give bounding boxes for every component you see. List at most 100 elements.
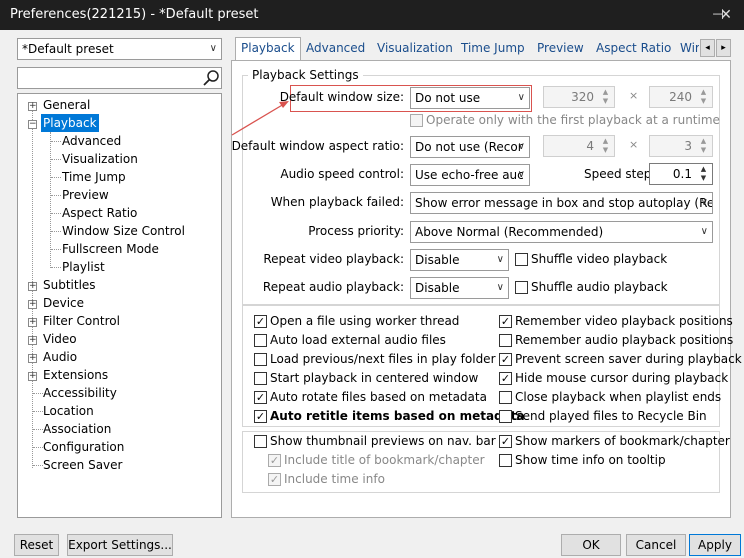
tree-item-screen-saver[interactable]: Screen Saver <box>43 456 122 474</box>
tree-item-video[interactable]: Video <box>43 330 77 348</box>
chevron-down-icon: ∨ <box>496 254 504 265</box>
tree-item-extensions[interactable]: Extensions <box>43 366 108 384</box>
tree-item-configuration[interactable]: Configuration <box>43 438 124 456</box>
checkbox[interactable] <box>254 334 267 347</box>
aspect-ratio-label: Default window aspect ratio: <box>231 139 404 153</box>
default-window-size-label: Default window size: <box>279 90 404 104</box>
tree-item-window-size-control[interactable]: Window Size Control <box>62 222 185 240</box>
tab-time-jump[interactable]: Time Jump <box>456 38 530 60</box>
checkbox[interactable] <box>254 353 267 366</box>
cancel-button[interactable]: Cancel <box>626 534 686 556</box>
checkbox[interactable] <box>254 372 267 385</box>
aspect-w-spinner[interactable]: 4 ▲ ▼ <box>543 135 615 157</box>
checkbox[interactable]: ✓ <box>254 410 267 423</box>
expand-icon[interactable]: + <box>28 282 37 291</box>
repeat-video-value: Disable <box>415 253 460 267</box>
tree-item-subtitles[interactable]: Subtitles <box>43 276 96 294</box>
option-label: Open a file using worker thread <box>270 314 460 328</box>
tab-playback[interactable]: Playback <box>235 37 301 61</box>
expand-icon[interactable]: + <box>28 372 37 381</box>
show-thumbs-checkbox[interactable] <box>254 435 267 448</box>
search-box[interactable] <box>17 67 222 89</box>
process-priority-select[interactable]: Above Normal (Recommended) ∨ <box>410 221 713 243</box>
tab-scroll-left-icon[interactable]: ◂ <box>700 39 715 57</box>
chevron-down-icon: ∨ <box>700 197 708 208</box>
spin-arrows-icon[interactable]: ▲ ▼ <box>697 165 710 183</box>
ok-button[interactable]: OK <box>561 534 621 556</box>
search-input[interactable] <box>20 69 200 87</box>
include-title-checkbox[interactable]: ✓ <box>268 454 281 467</box>
export-settings-button[interactable]: Export Settings... <box>67 534 173 556</box>
expand-icon[interactable]: + <box>28 300 37 309</box>
checkbox[interactable]: ✓ <box>499 353 512 366</box>
tree-item-time-jump[interactable]: Time Jump <box>62 168 126 186</box>
operate-first-checkbox[interactable] <box>410 114 423 127</box>
audio-speed-select[interactable]: Use echo-free auc ∨ <box>410 164 530 186</box>
tree-item-device[interactable]: Device <box>43 294 84 312</box>
search-icon[interactable] <box>202 69 220 87</box>
shuffle-video-checkbox[interactable] <box>515 253 528 266</box>
tree-item-accessibility[interactable]: Accessibility <box>43 384 117 402</box>
tab-advanced[interactable]: Advanced <box>301 38 370 60</box>
checkbox[interactable] <box>499 391 512 404</box>
tab-visualization[interactable]: Visualization <box>372 38 458 60</box>
repeat-video-select[interactable]: Disable ∨ <box>410 249 509 271</box>
expand-icon[interactable]: + <box>28 336 37 345</box>
tree-item-playlist[interactable]: Playlist <box>62 258 105 276</box>
chevron-down-icon: ∨ <box>700 226 708 237</box>
tree-item-association[interactable]: Association <box>43 420 111 438</box>
tree-item-filter-control[interactable]: Filter Control <box>43 312 120 330</box>
preset-select[interactable]: *Default preset ∨ <box>17 38 222 60</box>
expand-icon[interactable]: + <box>28 318 37 327</box>
show-time-tooltip-label: Show time info on tooltip <box>515 453 666 467</box>
checkbox[interactable]: ✓ <box>499 372 512 385</box>
playback-failed-value: Show error message in box and stop autop… <box>415 196 713 210</box>
window-height-spinner[interactable]: 240 ▲ ▼ <box>649 86 713 108</box>
checkbox[interactable] <box>499 334 512 347</box>
collapse-icon[interactable]: − <box>28 120 37 129</box>
tab-preview[interactable]: Preview <box>532 38 589 60</box>
tab-overflow[interactable]: Wir <box>675 38 699 60</box>
tree-item-location[interactable]: Location <box>43 402 94 420</box>
window-width-spinner[interactable]: 320 ▲ ▼ <box>543 86 615 108</box>
checkbox[interactable]: ✓ <box>499 315 512 328</box>
show-markers-checkbox[interactable]: ✓ <box>499 435 512 448</box>
spin-arrows-icon[interactable]: ▲ ▼ <box>697 88 710 106</box>
checkbox[interactable]: ✓ <box>254 315 267 328</box>
tree-item-visualization[interactable]: Visualization <box>62 150 138 168</box>
operate-first-label: Operate only with the first playback at … <box>426 113 720 127</box>
default-window-size-select[interactable]: Do not use ∨ <box>410 87 530 109</box>
checkbox[interactable]: ✓ <box>254 391 267 404</box>
aspect-ratio-select[interactable]: Do not use (Recor ∨ <box>410 136 530 158</box>
checkbox[interactable] <box>499 410 512 423</box>
tree-item-playback[interactable]: Playback <box>41 114 99 132</box>
include-title-label: Include title of bookmark/chapter <box>284 453 485 467</box>
window-height-value: 240 <box>669 90 692 104</box>
spin-arrows-icon[interactable]: ▲ ▼ <box>599 137 612 155</box>
repeat-audio-label: Repeat audio playback: <box>262 280 404 294</box>
aspect-h-spinner[interactable]: 3 ▲ ▼ <box>649 135 713 157</box>
close-icon[interactable]: ✕ <box>708 0 744 30</box>
playback-failed-select[interactable]: Show error message in box and stop autop… <box>410 192 713 214</box>
speed-step-spinner[interactable]: 0.1 ▲ ▼ <box>649 163 713 185</box>
expand-icon[interactable]: + <box>28 102 37 111</box>
tree-item-fullscreen-mode[interactable]: Fullscreen Mode <box>62 240 159 258</box>
shuffle-audio-checkbox[interactable] <box>515 281 528 294</box>
reset-button[interactable]: Reset <box>14 534 59 556</box>
apply-button[interactable]: Apply <box>689 534 741 556</box>
repeat-audio-select[interactable]: Disable ∨ <box>410 277 509 299</box>
tree-item-advanced[interactable]: Advanced <box>62 132 121 150</box>
tab-page: Playback Settings Default window size: D… <box>231 60 742 518</box>
tree-item-preview[interactable]: Preview <box>62 186 109 204</box>
expand-icon[interactable]: + <box>28 354 37 363</box>
tree-item-audio[interactable]: Audio <box>43 348 77 366</box>
tab-aspect-ratio[interactable]: Aspect Ratio <box>591 38 676 60</box>
include-time-checkbox[interactable]: ✓ <box>268 473 281 486</box>
show-time-tooltip-checkbox[interactable] <box>499 454 512 467</box>
spin-arrows-icon[interactable]: ▲ ▼ <box>697 137 710 155</box>
tree-item-aspect-ratio[interactable]: Aspect Ratio <box>62 204 137 222</box>
tab-scroll-right-icon[interactable]: ▸ <box>716 39 731 57</box>
tree-item-general[interactable]: General <box>43 96 90 114</box>
chevron-down-icon: ∨ <box>517 141 525 152</box>
spin-arrows-icon[interactable]: ▲ ▼ <box>599 88 612 106</box>
